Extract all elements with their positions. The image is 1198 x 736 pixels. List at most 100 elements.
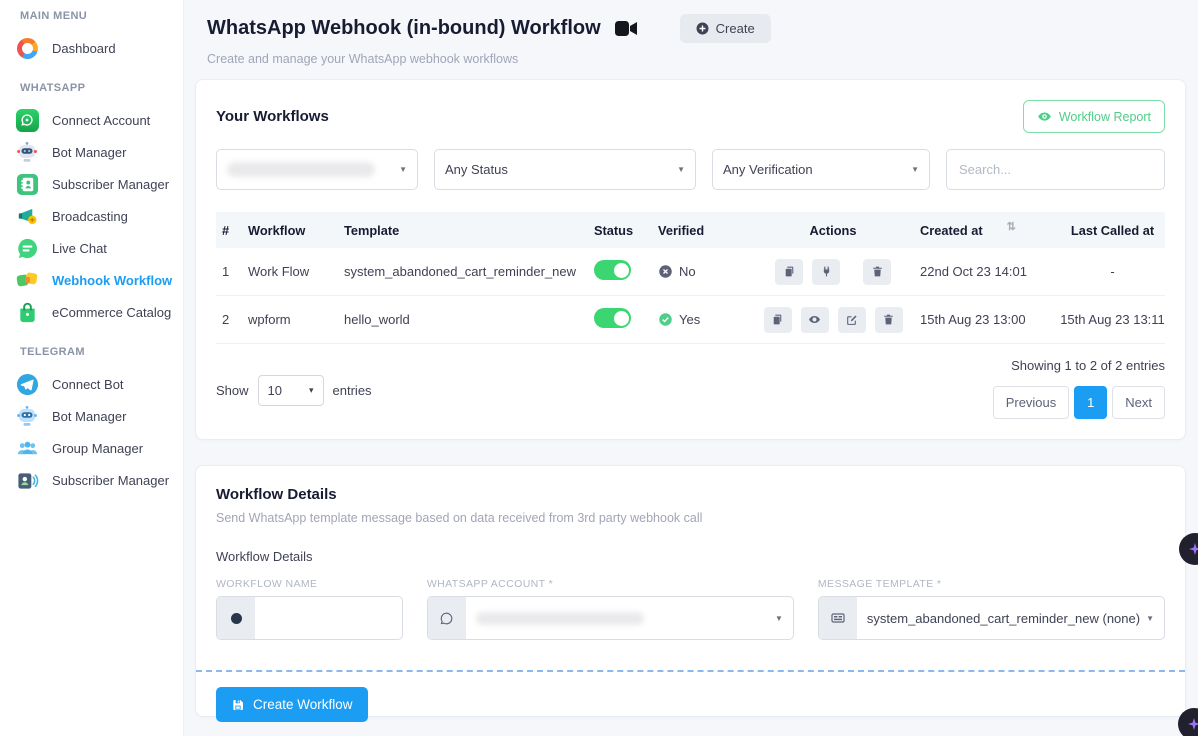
- chevron-down-icon: ▼: [911, 165, 919, 174]
- copy-button[interactable]: [775, 259, 803, 285]
- page-size-control: Show 10 ▾ entries: [216, 362, 372, 419]
- delete-button[interactable]: [875, 307, 903, 333]
- whatsapp-icon: [14, 107, 40, 133]
- plug-icon: [820, 265, 833, 278]
- video-camera-icon[interactable]: [615, 20, 638, 37]
- sidebar-item-bot-manager-whatsapp[interactable]: Bot Manager: [0, 136, 183, 168]
- row-number: 2: [216, 312, 242, 327]
- robot-icon: [14, 403, 40, 429]
- sidebar-item-ecommerce-catalog[interactable]: eCommerce Catalog: [0, 296, 183, 328]
- pagination-previous[interactable]: Previous: [993, 386, 1070, 419]
- chevron-down-icon: ▼: [775, 614, 783, 623]
- sidebar-item-live-chat[interactable]: Live Chat: [0, 232, 183, 264]
- search-input[interactable]: [946, 149, 1165, 190]
- table-row: 2 wpform hello_world Yes 15th Aug 23 13:…: [216, 296, 1165, 344]
- message-template-select[interactable]: system_abandoned_cart_reminder_new (none…: [818, 596, 1165, 640]
- sidebar-item-subscriber-manager-telegram[interactable]: Subscriber Manager: [0, 464, 183, 496]
- chevron-down-icon: ▼: [1146, 614, 1154, 623]
- workflow-name: wpform: [242, 312, 338, 327]
- template-name: system_abandoned_cart_reminder_new: [338, 264, 588, 279]
- contacts-icon: [14, 171, 40, 197]
- page-subtitle: Create and manage your WhatsApp webhook …: [207, 52, 1186, 66]
- sidebar-item-connect-account[interactable]: Connect Account: [0, 104, 183, 136]
- copy-icon: [783, 265, 796, 278]
- sidebar-item-webhook-workflow[interactable]: Webhook Workflow: [0, 264, 183, 296]
- delete-button[interactable]: [863, 259, 891, 285]
- chat-bubble-icon: [14, 235, 40, 261]
- section-label-main-menu: MAIN MENU: [0, 10, 183, 22]
- view-button[interactable]: [801, 307, 829, 333]
- col-header-last-called: Last Called at: [1054, 223, 1165, 238]
- status-toggle[interactable]: [594, 308, 631, 328]
- selected-template-value: system_abandoned_cart_reminder_new (none…: [867, 611, 1140, 626]
- verification-filter-select[interactable]: Any Verification ▼: [712, 149, 930, 190]
- details-section-label: Workflow Details: [216, 549, 1165, 564]
- eye-icon: [1037, 109, 1052, 124]
- message-template-label: MESSAGE TEMPLATE *: [818, 578, 1165, 590]
- save-icon: [231, 698, 245, 712]
- pagination-next[interactable]: Next: [1112, 386, 1165, 419]
- chevron-down-icon: ▼: [399, 165, 407, 174]
- workflow-form: WORKFLOW NAME WHATSAPP ACCOUNT * ▼: [216, 578, 1165, 640]
- filters-row: ▼ Any Status ▼ Any Verification ▼: [216, 149, 1165, 190]
- workflow-report-button[interactable]: Workflow Report: [1023, 100, 1165, 133]
- page-header: WhatsApp Webhook (in-bound) Workflow Cre…: [207, 14, 1186, 66]
- col-header-verified: Verified: [652, 223, 746, 238]
- chevron-down-icon: ▾: [309, 385, 314, 396]
- account-filter-select[interactable]: ▼: [216, 149, 418, 190]
- row-number: 1: [216, 264, 242, 279]
- table-row: 1 Work Flow system_abandoned_cart_remind…: [216, 248, 1165, 296]
- redacted-account-value: [227, 162, 375, 177]
- trash-icon: [882, 313, 895, 326]
- webhook-plug-button[interactable]: [812, 259, 840, 285]
- sidebar-item-subscriber-manager-whatsapp[interactable]: Subscriber Manager: [0, 168, 183, 200]
- eye-icon: [808, 313, 821, 326]
- whatsapp-outline-icon: [428, 597, 466, 639]
- divider: [196, 670, 1185, 672]
- not-verified-icon: [658, 264, 673, 279]
- telegram-icon: [14, 371, 40, 397]
- trash-icon: [871, 265, 884, 278]
- section-label-whatsapp: WHATSAPP: [0, 82, 183, 94]
- workflow-name: Work Flow: [242, 264, 338, 279]
- sidebar-item-bot-manager-telegram[interactable]: Bot Manager: [0, 400, 183, 432]
- status-toggle[interactable]: [594, 260, 631, 280]
- status-filter-select[interactable]: Any Status ▼: [434, 149, 696, 190]
- copy-button[interactable]: [764, 307, 792, 333]
- pagination-page-1[interactable]: 1: [1074, 386, 1107, 419]
- plus-circle-icon: [696, 22, 709, 35]
- contacts-signal-icon: [14, 467, 40, 493]
- details-card-title: Workflow Details: [216, 486, 1165, 503]
- sidebar-item-connect-bot[interactable]: Connect Bot: [0, 368, 183, 400]
- whatsapp-account-select[interactable]: ▼: [427, 596, 794, 640]
- sort-arrows-icon[interactable]: ⇅: [1007, 221, 1016, 233]
- sparkle-icon: [1186, 540, 1198, 558]
- webhook-icon: [14, 267, 40, 293]
- edit-icon: [845, 313, 858, 326]
- show-label: Show: [216, 383, 249, 398]
- pagination: Previous 1 Next: [993, 386, 1165, 419]
- table-header-row: # Workflow Template Status Verified Acti…: [216, 212, 1165, 248]
- col-header-actions: Actions: [746, 223, 914, 238]
- page-title: WhatsApp Webhook (in-bound) Workflow: [207, 17, 601, 40]
- dashboard-icon: [14, 35, 40, 61]
- workflows-table: # Workflow Template Status Verified Acti…: [216, 212, 1165, 344]
- main-content: WhatsApp Webhook (in-bound) Workflow Cre…: [184, 0, 1198, 736]
- details-card-subtitle: Send WhatsApp template message based on …: [216, 511, 1165, 525]
- chevron-down-icon: ▼: [677, 165, 685, 174]
- workflow-name-input[interactable]: [265, 611, 392, 626]
- sidebar-item-group-manager[interactable]: Group Manager: [0, 432, 183, 464]
- workflows-card-title: Your Workflows: [216, 108, 329, 125]
- showing-entries-text: Showing 1 to 2 of 2 entries: [1011, 358, 1165, 373]
- create-workflow-button[interactable]: Create Workflow: [216, 687, 368, 722]
- entries-label: entries: [333, 383, 372, 398]
- create-button[interactable]: Create: [680, 14, 771, 43]
- sidebar-item-broadcasting[interactable]: Broadcasting: [0, 200, 183, 232]
- workflow-name-label: WORKFLOW NAME: [216, 578, 403, 590]
- sidebar-item-dashboard[interactable]: Dashboard: [0, 32, 183, 64]
- page-size-select[interactable]: 10 ▾: [258, 375, 324, 406]
- redacted-account-value: [476, 612, 644, 625]
- edit-button[interactable]: [838, 307, 866, 333]
- created-at: 22nd Oct 23 14:01: [914, 264, 1054, 279]
- whatsapp-account-label: WHATSAPP ACCOUNT *: [427, 578, 794, 590]
